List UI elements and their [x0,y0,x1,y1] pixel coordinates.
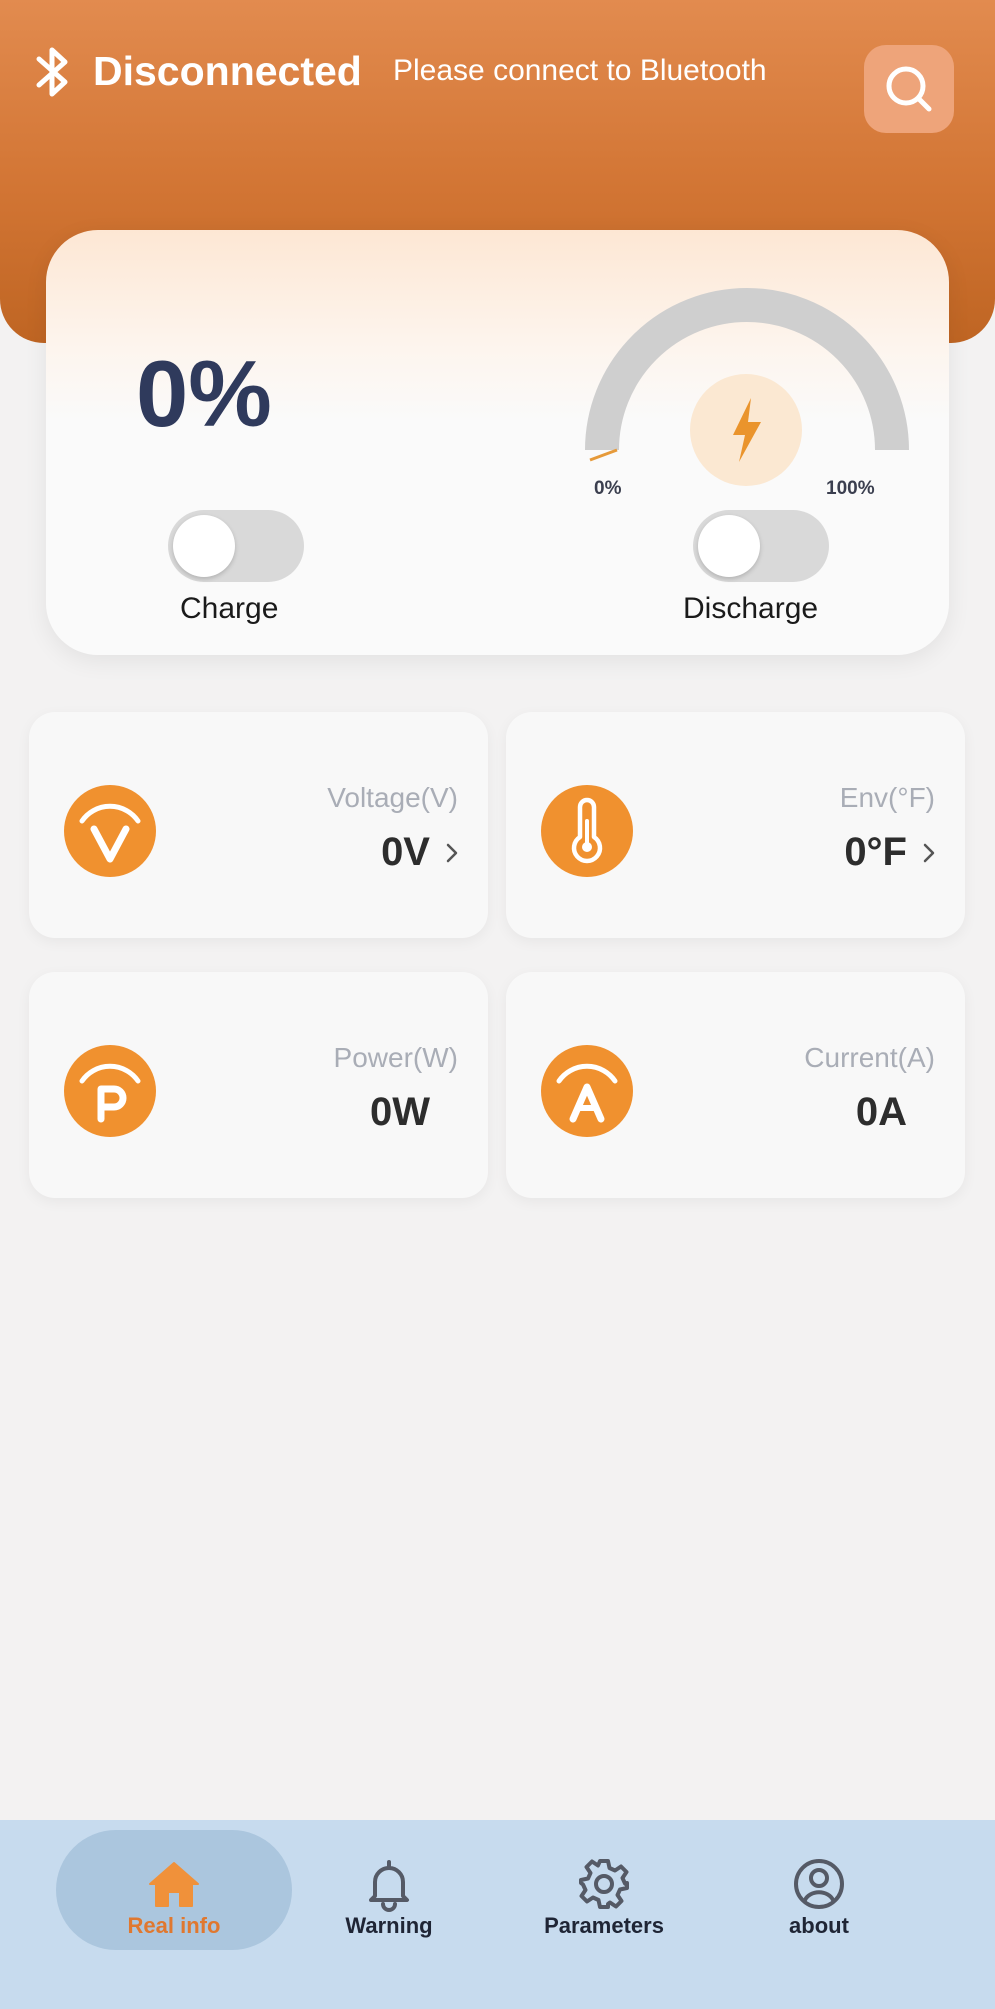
voltage-icon [64,785,156,877]
discharge-label: Discharge [683,592,819,625]
bluetooth-icon [36,47,68,97]
user-circle-icon [794,1859,844,1909]
power-icon [64,1045,156,1137]
search-button[interactable] [864,45,954,133]
gauge-min-label: 0% [594,478,622,499]
power-label: Power(W) [333,1042,458,1073]
tab-real-info-label: Real info [127,1913,221,1938]
discharge-toggle[interactable] [693,510,829,582]
bottom-tab-bar: Real info Warning Parameters about [0,1820,995,2009]
battery-percent: 0% [136,341,272,446]
gauge-max-label: 100% [826,478,875,499]
current-card[interactable]: Current(A) 0A [506,972,965,1198]
battery-card: 0% 0% 100% Charge Discharge [46,230,949,655]
env-temperature-value: 0°F [844,830,907,874]
tab-warning[interactable]: Warning [271,1830,507,1950]
tab-parameters[interactable]: Parameters [486,1830,722,1950]
charge-label: Charge [180,592,279,625]
charge-toggle[interactable] [168,510,304,582]
tab-parameters-label: Parameters [544,1913,664,1938]
gauge-level-marker [589,448,618,462]
tab-about[interactable]: about [701,1830,937,1950]
home-icon [149,1862,199,1907]
voltage-card[interactable]: Voltage(V) 0V [29,712,488,938]
power-card[interactable]: Power(W) 0W [29,972,488,1198]
voltage-label: Voltage(V) [327,782,458,813]
thermometer-icon [541,785,633,877]
current-icon [541,1045,633,1137]
chevron-right-icon [446,843,458,863]
tab-warning-label: Warning [345,1913,433,1938]
voltage-value: 0V [381,830,430,874]
chevron-right-icon [923,843,935,863]
connection-status-title: Disconnected [93,48,362,94]
current-label: Current(A) [804,1042,935,1073]
search-icon [886,66,932,112]
tab-about-label: about [789,1913,849,1938]
env-temperature-card[interactable]: Env(°F) 0°F [506,712,965,938]
charge-toggle-knob [173,515,235,577]
tab-real-info[interactable]: Real info [56,1830,292,1950]
discharge-toggle-knob [698,515,760,577]
bell-icon [369,1860,409,1912]
gear-icon [579,1859,629,1909]
battery-gauge [585,288,909,486]
env-temperature-label: Env(°F) [839,782,935,813]
power-value: 0W [370,1090,430,1134]
current-value: 0A [855,1090,907,1134]
connection-status-subtitle: Please connect to Bluetooth [393,54,767,87]
